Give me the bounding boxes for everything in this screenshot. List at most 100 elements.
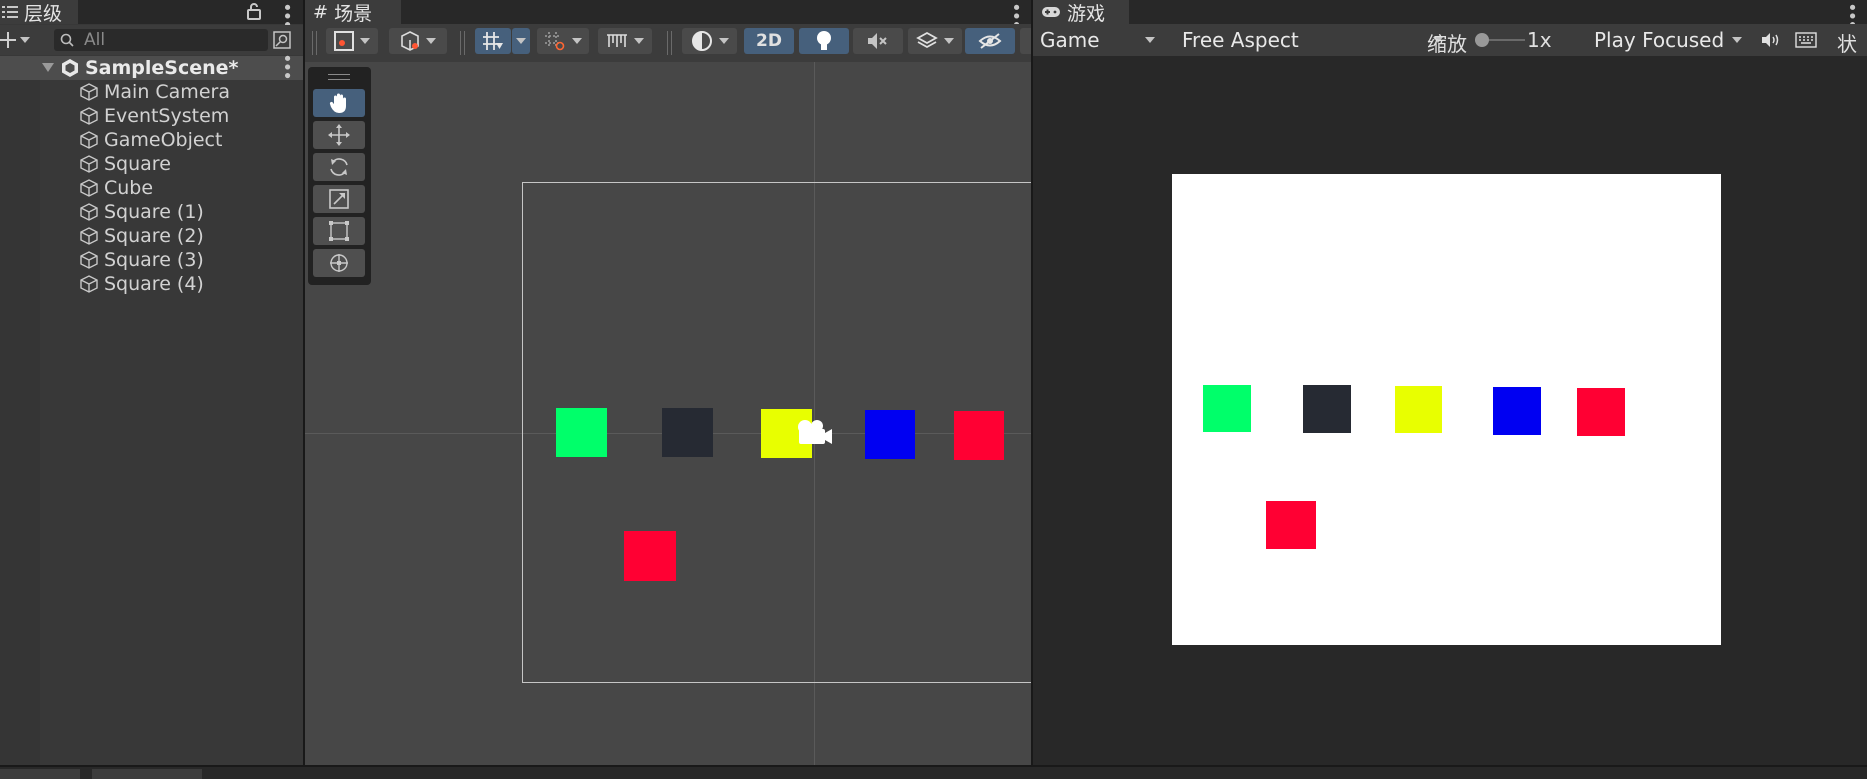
hierarchy-item[interactable]: Square (2) <box>0 224 303 248</box>
hierarchy-item-label: Cube <box>104 177 154 199</box>
scale-tool-button[interactable] <box>313 185 365 213</box>
scene-square-green[interactable] <box>556 408 607 457</box>
hierarchy-item-label: Square (3) <box>104 249 204 271</box>
chevron-down-icon <box>1732 37 1742 43</box>
game-tab-label: 游戏 <box>1067 2 1106 25</box>
cube-icon <box>80 107 98 125</box>
aspect-select[interactable]: Free Aspect <box>1176 25 1453 55</box>
scene-tab-label: 场景 <box>334 2 373 25</box>
hand-tool-button[interactable] <box>313 89 365 117</box>
hierarchy-list-icon <box>2 6 18 18</box>
rotate-tool-button[interactable] <box>313 153 365 181</box>
chevron-down-icon <box>1145 37 1155 43</box>
chevron-down-icon <box>360 38 370 44</box>
increment-snap-button[interactable] <box>537 28 589 54</box>
scene-camera-button[interactable] <box>389 28 447 54</box>
create-plus-button[interactable] <box>0 27 40 53</box>
display-select-value: Game <box>1040 28 1100 52</box>
hierarchy-item[interactable]: Cube <box>0 176 303 200</box>
draw-mode-button[interactable] <box>326 28 378 54</box>
game-view[interactable] <box>1172 174 1721 645</box>
scale-slider[interactable] <box>1475 32 1525 48</box>
hierarchy-item[interactable]: Square <box>0 152 303 176</box>
audio-toggle-button[interactable] <box>853 28 903 54</box>
play-mode-select[interactable]: Play Focused <box>1588 25 1752 55</box>
transform-tool-button[interactable] <box>313 249 365 277</box>
chevron-down-icon <box>718 38 729 44</box>
cube-icon <box>80 227 98 245</box>
lock-icon[interactable] <box>247 3 261 20</box>
hierarchy-item[interactable]: Square (3) <box>0 248 303 272</box>
ruler-icon <box>607 34 627 47</box>
scene-square-red-lower[interactable] <box>624 531 676 581</box>
overlay-grip[interactable] <box>328 74 350 80</box>
scale-slider-thumb[interactable] <box>1475 33 1489 47</box>
search-icon <box>60 33 74 47</box>
game-square-green <box>1203 385 1251 432</box>
stats-button[interactable]: 状 <box>1837 28 1857 57</box>
hierarchy-tab-bar: 层级 ••• <box>0 0 303 28</box>
grid-snap-icon <box>483 32 503 50</box>
shading-mode-button[interactable] <box>682 28 737 54</box>
scene-square-red[interactable] <box>954 411 1004 460</box>
scale-tool-icon <box>329 189 349 209</box>
audio-muted-icon <box>868 33 887 49</box>
hierarchy-tab-label: 层级 <box>24 2 63 25</box>
scene-more-icon[interactable]: ••• <box>276 53 297 79</box>
scene-square-dark[interactable] <box>662 408 713 457</box>
tab-hierarchy[interactable]: 层级 <box>0 0 78 25</box>
scene-square-blue[interactable] <box>865 410 915 459</box>
layers-icon <box>916 31 938 49</box>
cube-icon <box>80 155 98 173</box>
tab-scene[interactable]: # 场景 <box>305 0 401 25</box>
mute-audio-button[interactable] <box>1756 25 1786 55</box>
hidden-eye-icon <box>978 33 1002 49</box>
scale-value: 1x <box>1527 28 1552 52</box>
hierarchy-item[interactable]: Main Camera <box>0 80 303 104</box>
play-mode-select-value: Play Focused <box>1594 28 1725 52</box>
display-select[interactable]: Game <box>1034 25 1165 55</box>
camera-gizmo-icon[interactable] <box>793 417 833 447</box>
hierarchy-more-icon[interactable]: ••• <box>276 2 297 28</box>
chevron-down-icon <box>944 38 954 44</box>
move-tool-button[interactable] <box>313 121 365 149</box>
grid-snap-dropdown[interactable] <box>512 28 530 54</box>
hierarchy-toolbar: All <box>0 25 303 55</box>
shortcuts-button[interactable] <box>1791 25 1821 55</box>
search-filter-icon[interactable] <box>273 31 291 49</box>
grid-snap-button[interactable] <box>475 28 511 54</box>
cube-icon <box>80 179 98 197</box>
aspect-select-value: Free Aspect <box>1182 28 1299 52</box>
grid-hash-icon: # <box>313 1 329 23</box>
tab-game[interactable]: 游戏 <box>1033 0 1129 25</box>
hierarchy-item[interactable]: GameObject <box>0 128 303 152</box>
hierarchy-item[interactable]: EventSystem <box>0 104 303 128</box>
ruler-button[interactable] <box>598 28 652 54</box>
plus-icon <box>0 32 16 48</box>
scene-row[interactable]: SampleScene* ••• <box>0 53 303 80</box>
game-square-blue <box>1493 387 1541 435</box>
hierarchy-item[interactable]: Square (4) <box>0 272 303 296</box>
tab-project-partial[interactable] <box>0 769 80 779</box>
chevron-down-icon <box>426 38 436 44</box>
gizmos-button-partial[interactable] <box>1020 28 1031 54</box>
tab-console-partial[interactable] <box>92 769 202 779</box>
scene-viewport[interactable] <box>305 62 1031 765</box>
lighting-toggle-button[interactable] <box>799 28 849 54</box>
hierarchy-search-input[interactable]: All <box>54 29 268 51</box>
gamepad-icon <box>1042 7 1060 17</box>
hierarchy-item[interactable]: Square (1) <box>0 200 303 224</box>
game-panel: 游戏 ••• Game Free Aspect 缩放 1x Play Focus… <box>1033 0 1867 765</box>
game-toolbar: Game Free Aspect 缩放 1x Play Focused 状 <box>1033 24 1867 56</box>
keyboard-icon <box>1795 32 1817 48</box>
rect-tool-button[interactable] <box>313 217 365 245</box>
chevron-down-icon <box>572 38 582 44</box>
game-square-dark <box>1303 385 1351 433</box>
expand-arrow-icon[interactable] <box>42 63 54 73</box>
effects-button[interactable] <box>908 28 962 54</box>
chevron-down-icon <box>634 38 644 44</box>
game-square-red <box>1577 388 1625 436</box>
scene-visibility-button[interactable] <box>965 28 1015 54</box>
mode-2d-button[interactable]: 2D <box>744 28 794 54</box>
hierarchy-tree: SampleScene* ••• Main Camera EventSystem G… <box>0 53 303 765</box>
